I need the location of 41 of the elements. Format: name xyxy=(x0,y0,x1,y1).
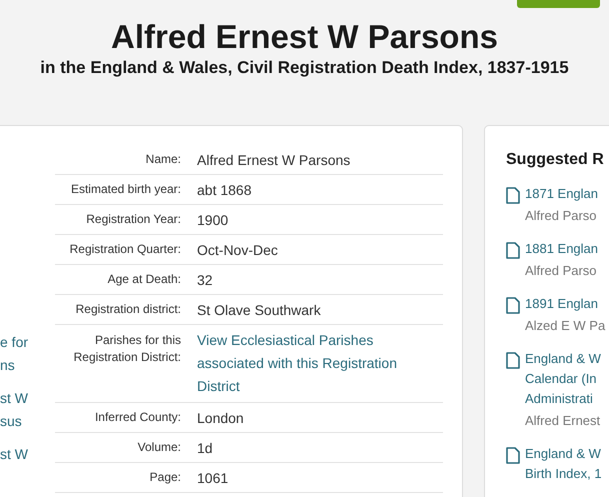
page-subtitle: in the England & Wales, Civil Registration Death Index, 1837-1915 xyxy=(40,57,569,79)
field-value: abt 1868 xyxy=(196,180,252,200)
field-label: Volume: xyxy=(136,439,182,456)
document-icon xyxy=(506,187,520,204)
suggested-link[interactable]: England & W Birth Index, 1 xyxy=(525,444,602,484)
field-label: Estimated birth year: xyxy=(70,181,182,198)
field-label: Age at Death: xyxy=(106,271,182,288)
field-value: Alfred Ernest W Parsons xyxy=(196,150,352,170)
field-label: Page: xyxy=(148,469,182,486)
field-value: 32 xyxy=(196,270,214,290)
field-label: Parishes for this Registration District: xyxy=(72,332,182,366)
document-icon xyxy=(506,352,520,369)
field-value: 1d xyxy=(196,438,214,458)
record-link[interactable]: e for ns xyxy=(0,331,55,377)
record-link[interactable]: st W xyxy=(0,443,55,466)
field-value: 1900 xyxy=(196,210,230,230)
field-label: Registration Year: xyxy=(85,211,182,228)
field-label: Inferred County: xyxy=(94,409,182,426)
suggested-link[interactable]: 1891 Englan xyxy=(525,294,606,314)
suggested-detail: Alfred Ernest xyxy=(525,412,601,430)
suggested-link[interactable]: 1871 Englan xyxy=(525,184,598,204)
field-label: Registration district: xyxy=(74,301,182,318)
suggested-detail: Alfred Parso xyxy=(525,262,598,280)
suggested-link[interactable]: England & W Calendar (In Administrati xyxy=(525,349,601,409)
field-label: Registration Quarter: xyxy=(68,241,182,258)
page-title: Alfred Ernest W Parsons xyxy=(111,17,498,57)
document-icon xyxy=(506,297,520,314)
section-heading: Suggested R xyxy=(506,150,605,170)
field-label: Name: xyxy=(144,151,182,168)
field-value: 1061 xyxy=(196,468,230,488)
document-icon xyxy=(506,242,520,259)
action-button[interactable] xyxy=(517,0,600,8)
record-link[interactable]: st W sus xyxy=(0,387,55,433)
suggested-link[interactable]: 1881 Englan xyxy=(525,239,598,259)
suggested-detail: Alfred Parso xyxy=(525,207,598,225)
suggested-detail: Alzed E W Pa xyxy=(525,317,606,335)
field-value: Oct-Nov-Dec xyxy=(196,240,279,260)
field-value: London xyxy=(196,408,245,428)
value-link[interactable]: View Ecclesiastical Parishes associated with this Registration District xyxy=(195,329,443,398)
document-icon xyxy=(506,447,520,464)
field-value: St Olave Southwark xyxy=(196,300,322,320)
